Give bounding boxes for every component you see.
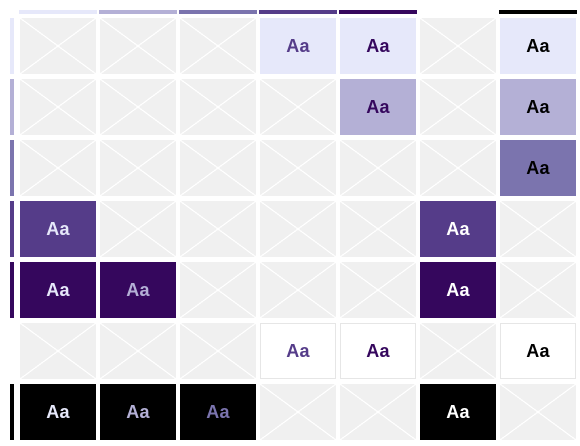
contrast-sample-cell: Aa — [420, 384, 496, 440]
row-color-swatch — [10, 323, 14, 379]
unavailable-cell — [500, 262, 576, 318]
unavailable-cell — [100, 140, 176, 196]
contrast-sample-cell: Aa — [180, 384, 256, 440]
unavailable-cell — [20, 18, 96, 74]
contrast-sample-cell: Aa — [500, 18, 576, 74]
column-color-swatch — [499, 10, 577, 14]
unavailable-cell — [20, 140, 96, 196]
unavailable-cell — [100, 79, 176, 135]
unavailable-cell — [420, 323, 496, 379]
unavailable-cell — [180, 79, 256, 135]
unavailable-cell — [340, 140, 416, 196]
column-color-swatch — [339, 10, 417, 14]
contrast-sample-cell: Aa — [500, 323, 576, 379]
unavailable-cell — [260, 262, 336, 318]
unavailable-cell — [420, 79, 496, 135]
unavailable-cell — [340, 384, 416, 440]
contrast-sample-cell: Aa — [420, 201, 496, 257]
unavailable-cell — [260, 201, 336, 257]
unavailable-cell — [260, 140, 336, 196]
contrast-sample-cell: Aa — [100, 384, 176, 440]
contrast-sample-cell: Aa — [260, 18, 336, 74]
unavailable-cell — [180, 262, 256, 318]
row-color-swatch — [10, 140, 14, 196]
color-contrast-matrix: Aa Aa Aa Aa Aa Aa Aa Aa Aa Aa Aa Aa Aa Aa Aa Aa Aa Aa — [0, 0, 580, 446]
unavailable-cell — [20, 323, 96, 379]
column-color-swatch — [419, 10, 497, 14]
row-color-swatch — [10, 262, 14, 318]
unavailable-cell — [420, 140, 496, 196]
contrast-sample-cell: Aa — [420, 262, 496, 318]
unavailable-cell — [180, 201, 256, 257]
contrast-sample-cell: Aa — [20, 201, 96, 257]
unavailable-cell — [340, 201, 416, 257]
unavailable-cell — [340, 262, 416, 318]
unavailable-cell — [180, 323, 256, 379]
unavailable-cell — [500, 384, 576, 440]
column-color-swatch — [19, 10, 97, 14]
contrast-sample-cell: Aa — [500, 79, 576, 135]
contrast-sample-cell: Aa — [20, 262, 96, 318]
unavailable-cell — [180, 140, 256, 196]
unavailable-cell — [20, 79, 96, 135]
row-color-swatch — [10, 384, 14, 440]
row-color-swatch — [10, 201, 14, 257]
unavailable-cell — [180, 18, 256, 74]
row-color-swatch — [10, 79, 14, 135]
contrast-sample-cell: Aa — [340, 18, 416, 74]
unavailable-cell — [500, 201, 576, 257]
unavailable-cell — [100, 18, 176, 74]
row-color-swatch — [10, 18, 14, 74]
column-color-swatch — [179, 10, 257, 14]
unavailable-cell — [260, 384, 336, 440]
contrast-sample-cell: Aa — [260, 323, 336, 379]
unavailable-cell — [260, 79, 336, 135]
unavailable-cell — [420, 18, 496, 74]
contrast-sample-cell: Aa — [340, 323, 416, 379]
unavailable-cell — [100, 323, 176, 379]
column-color-swatch — [259, 10, 337, 14]
column-color-swatch — [99, 10, 177, 14]
contrast-sample-cell: Aa — [340, 79, 416, 135]
contrast-sample-cell: Aa — [100, 262, 176, 318]
contrast-sample-cell: Aa — [500, 140, 576, 196]
unavailable-cell — [100, 201, 176, 257]
contrast-sample-cell: Aa — [20, 384, 96, 440]
